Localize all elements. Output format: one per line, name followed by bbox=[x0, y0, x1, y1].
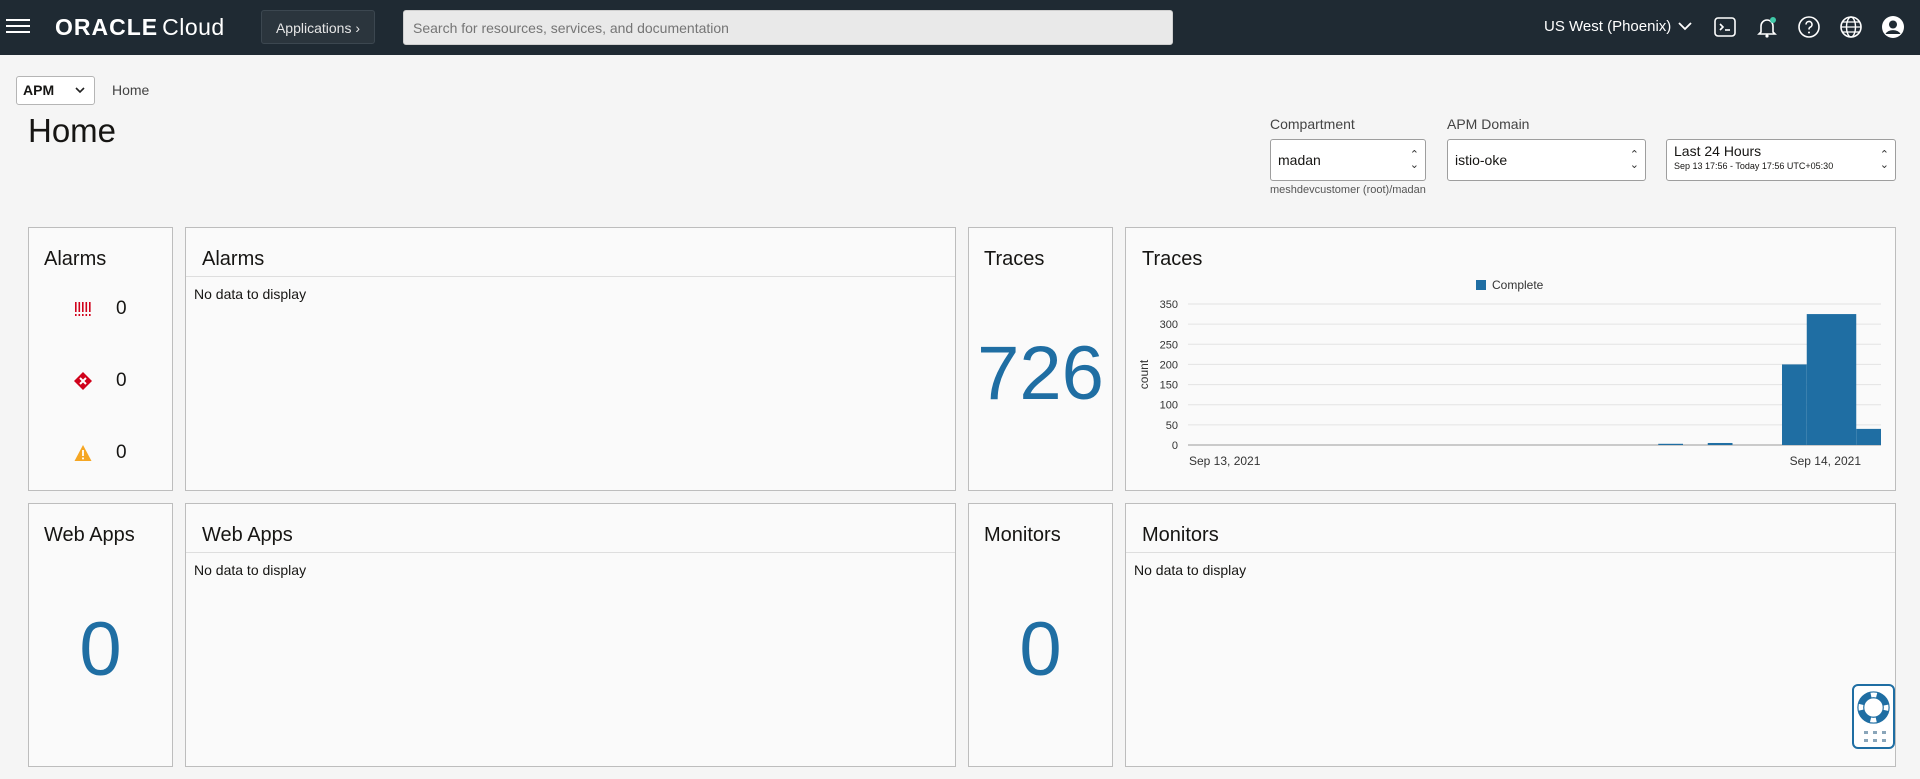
sort-updown-icon: ⌃ ⌄ bbox=[1629, 149, 1639, 171]
chevron-down-icon bbox=[75, 87, 85, 94]
y-tick-label: 300 bbox=[1160, 319, 1178, 331]
user-icon[interactable] bbox=[1881, 15, 1905, 39]
panel-title: Monitors bbox=[1142, 524, 1219, 546]
time-range-select[interactable]: Last 24 Hours Sep 13 17:56 - Today 17:56… bbox=[1666, 139, 1896, 181]
bar bbox=[1831, 314, 1857, 445]
apm-domain-select[interactable]: istio-oke ⌃ ⌄ bbox=[1447, 139, 1646, 181]
globe-icon[interactable] bbox=[1839, 15, 1863, 39]
x-tick-label: Sep 14, 2021 bbox=[1790, 454, 1862, 468]
apm-domain-label: APM Domain bbox=[1447, 116, 1530, 132]
card-title: Traces bbox=[984, 248, 1045, 270]
divider bbox=[186, 552, 955, 553]
sort-updown-icon: ⌃ ⌄ bbox=[1879, 149, 1889, 171]
chevron-down-icon bbox=[1678, 22, 1693, 31]
divider bbox=[186, 276, 955, 277]
y-tick-label: 100 bbox=[1160, 400, 1178, 412]
applications-label: Applications bbox=[275, 20, 352, 36]
warning-alarm-count: 0 bbox=[116, 442, 127, 463]
empty-message: No data to display bbox=[194, 286, 307, 302]
monitors-panel: Monitors No data to display bbox=[1125, 503, 1896, 767]
bar bbox=[1658, 443, 1683, 445]
help-icon[interactable] bbox=[1797, 15, 1821, 39]
card-title: Web Apps bbox=[44, 524, 135, 546]
warning-icon bbox=[74, 445, 92, 461]
terminal-icon[interactable] bbox=[1713, 15, 1737, 39]
legend-swatch bbox=[1476, 280, 1486, 290]
empty-message: No data to display bbox=[1134, 562, 1247, 578]
applications-button[interactable]: Applications › bbox=[261, 10, 375, 44]
apm-domain-value: istio-oke bbox=[1455, 152, 1508, 168]
y-tick-label: 50 bbox=[1166, 420, 1178, 432]
monitors-count[interactable]: 0 bbox=[969, 606, 1112, 693]
service-select[interactable]: APM bbox=[16, 76, 95, 105]
chevron-right-icon: › bbox=[355, 20, 361, 36]
y-tick-label: 150 bbox=[1160, 380, 1178, 392]
compartment-value: madan bbox=[1278, 152, 1321, 168]
y-tick-label: 350 bbox=[1160, 299, 1178, 311]
major-alarm-icon bbox=[74, 372, 92, 390]
card-title: Alarms bbox=[44, 248, 107, 270]
y-tick-label: 200 bbox=[1160, 359, 1178, 371]
time-range-value: Last 24 Hours bbox=[1674, 143, 1762, 159]
webapps-panel: Web Apps No data to display bbox=[185, 503, 956, 767]
x-tick-label: Sep 13, 2021 bbox=[1189, 454, 1261, 468]
help-widget-button[interactable] bbox=[1852, 684, 1895, 749]
critical-alarm-icon bbox=[75, 302, 91, 316]
webapps-count[interactable]: 0 bbox=[29, 606, 172, 693]
traces-count[interactable]: 726 bbox=[969, 330, 1112, 417]
traces-chart-panel: Traces 0 50 100 150 200 250 300 350 count Sep 13,… bbox=[1125, 227, 1896, 491]
webapps-summary-card: Web Apps 0 bbox=[28, 503, 173, 767]
compartment-label: Compartment bbox=[1270, 116, 1355, 132]
divider bbox=[1126, 552, 1895, 553]
logo-product: Cloud bbox=[162, 14, 225, 40]
time-range-detail: Sep 13 17:56 - Today 17:56 UTC+05:30 bbox=[1674, 161, 1834, 171]
compartment-select[interactable]: madan ⌃ ⌄ bbox=[1270, 139, 1426, 181]
major-alarm-count: 0 bbox=[116, 370, 127, 391]
oracle-cloud-logo[interactable]: ORACLE Cloud bbox=[55, 14, 225, 41]
traces-chart: 0 50 100 150 200 250 300 350 count Sep 13, 2021 Se… bbox=[1137, 278, 1881, 468]
region-selector[interactable]: US West (Phoenix) bbox=[1544, 18, 1693, 35]
alarms-summary-card: Alarms 0 0 0 bbox=[28, 227, 173, 491]
logo-brand: ORACLE bbox=[55, 14, 159, 40]
panel-title: Alarms bbox=[202, 248, 265, 270]
card-title: Monitors bbox=[984, 524, 1061, 546]
bell-icon[interactable] bbox=[1755, 15, 1779, 39]
menu-icon[interactable] bbox=[6, 15, 30, 37]
y-tick-label: 0 bbox=[1172, 440, 1178, 452]
service-select-value: APM bbox=[23, 82, 55, 98]
bar bbox=[1856, 428, 1881, 445]
y-tick-label: 250 bbox=[1160, 339, 1178, 351]
bar bbox=[1707, 442, 1733, 445]
top-bar: ORACLECloud Applications › US West (Phoe… bbox=[0, 0, 1920, 55]
alarms-panel: Alarms No data to display bbox=[185, 227, 956, 491]
lifebuoy-icon bbox=[1857, 691, 1890, 724]
page-title: Home bbox=[28, 112, 117, 149]
bar bbox=[1806, 314, 1832, 445]
sort-updown-icon: ⌃ ⌄ bbox=[1409, 149, 1419, 171]
bar bbox=[1782, 364, 1807, 445]
y-axis-label: count bbox=[1137, 359, 1151, 389]
breadcrumb[interactable]: Home bbox=[112, 82, 149, 98]
panel-title: Web Apps bbox=[202, 524, 293, 546]
empty-message: No data to display bbox=[194, 562, 307, 578]
legend-label: Complete bbox=[1492, 278, 1544, 292]
search-input[interactable] bbox=[403, 10, 1173, 45]
critical-alarm-count: 0 bbox=[116, 298, 127, 319]
compartment-path: meshdevcustomer (root)/madan bbox=[1270, 184, 1426, 196]
monitors-summary-card: Monitors 0 bbox=[968, 503, 1113, 767]
traces-summary-card: Traces 726 bbox=[968, 227, 1113, 491]
region-label: US West (Phoenix) bbox=[1544, 18, 1672, 35]
grid-dots-icon bbox=[1864, 731, 1886, 742]
